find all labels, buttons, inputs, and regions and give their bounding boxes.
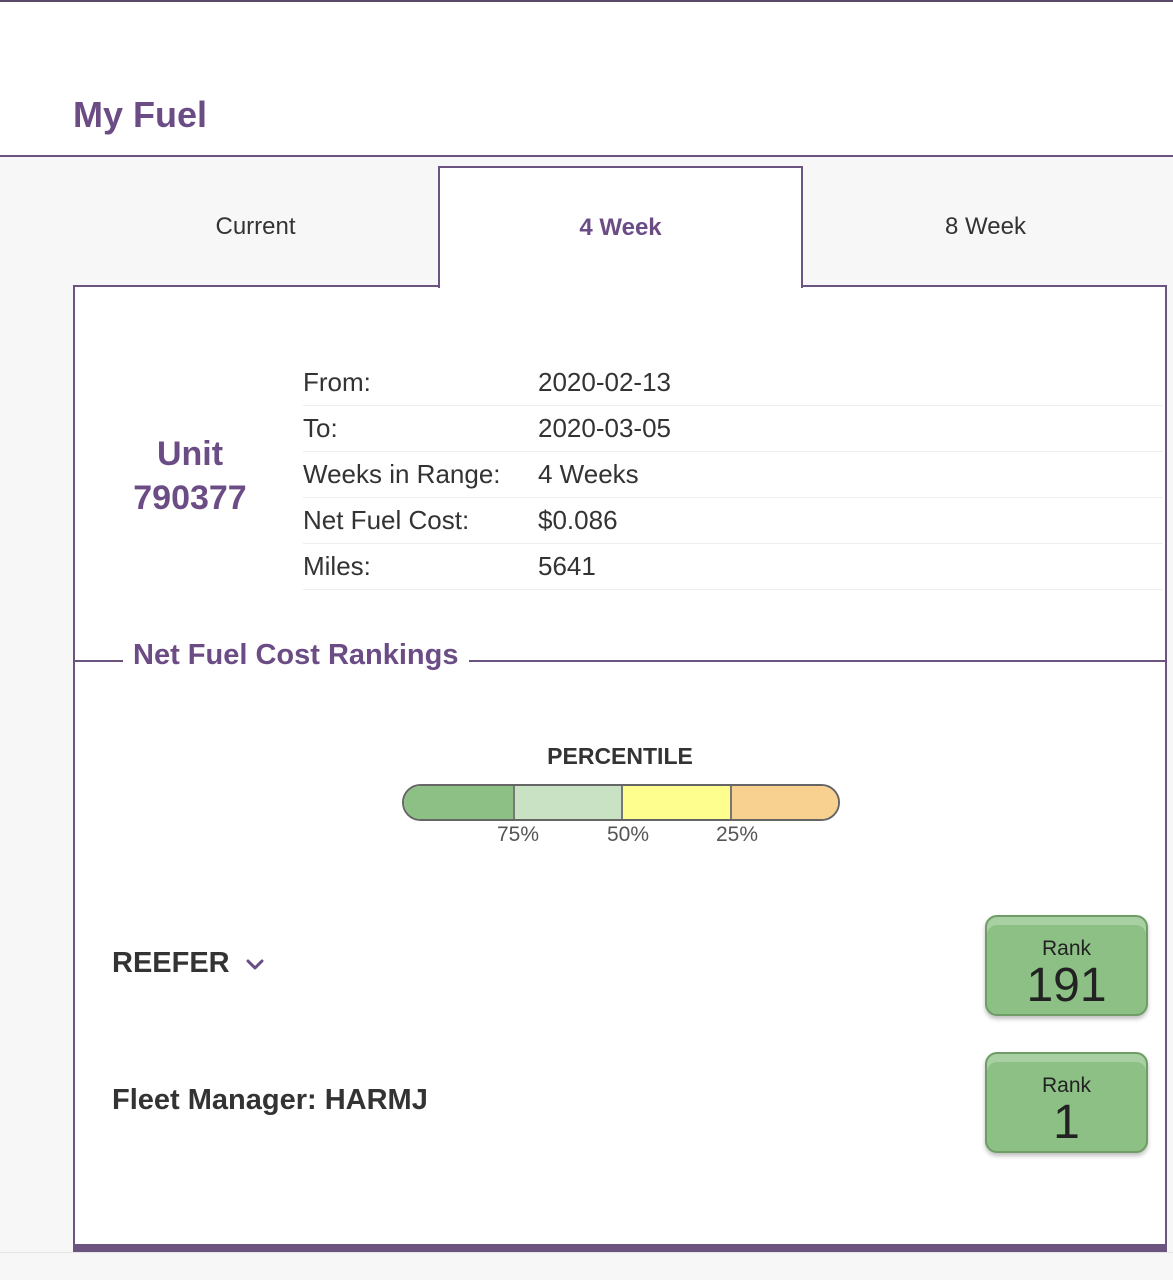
info-label: From: <box>303 367 371 397</box>
unit-label: Unit <box>156 435 224 473</box>
percentile-segment-upper-mid <box>512 786 621 819</box>
bottom-strip <box>0 1252 1173 1280</box>
percentile-tick-25: 25% <box>715 823 759 846</box>
info-row-weeks: Weeks in Range: 4 Weeks <box>303 452 1163 498</box>
info-value: 4 Weeks <box>538 459 639 489</box>
tab-current[interactable]: Current <box>73 166 438 287</box>
percentile-tick-50: 50% <box>606 823 650 846</box>
percentile-bar <box>402 784 840 821</box>
percentile-segment-top <box>404 786 513 819</box>
fuel-card: Unit 790377 From: 2020-02-13 To: 2020-03… <box>73 285 1167 1252</box>
rank-value: 191 <box>1026 959 1107 1012</box>
tab-bar: Current 4 Week 8 Week <box>73 166 1168 288</box>
percentile-label: PERCENTILE <box>547 743 693 769</box>
page-title: My Fuel <box>73 94 208 135</box>
info-row-miles: Miles: 5641 <box>303 544 1163 590</box>
header: My Fuel <box>0 2 1173 157</box>
reefer-rank-badge: Rank 191 <box>985 915 1148 1016</box>
percentile-segment-lower-mid <box>621 786 730 819</box>
info-row-net-fuel-cost: Net Fuel Cost: $0.086 <box>303 498 1163 544</box>
unit-number: 790377 <box>133 479 247 517</box>
reefer-label: REEFER <box>112 947 230 979</box>
rank-label: Rank <box>1041 937 1092 960</box>
rank-label: Rank <box>1041 1074 1092 1097</box>
reefer-dropdown[interactable]: REEFER <box>112 947 266 980</box>
info-value: $0.086 <box>538 505 618 535</box>
tab-8-week[interactable]: 8 Week <box>803 166 1168 287</box>
rankings-title: Net Fuel Cost Rankings <box>123 639 469 672</box>
fleet-manager-label: Fleet Manager: HARMJ <box>112 1084 428 1116</box>
rank-value: 1 <box>1053 1096 1080 1149</box>
info-label: Net Fuel Cost: <box>303 505 470 535</box>
percentile-tick-75: 75% <box>496 823 540 846</box>
info-value: 5641 <box>538 551 596 581</box>
info-row-to: To: 2020-03-05 <box>303 406 1163 452</box>
info-table: From: 2020-02-13 To: 2020-03-05 Weeks in… <box>303 360 1163 590</box>
info-label: To: <box>303 413 338 443</box>
info-label: Miles: <box>303 551 371 581</box>
chevron-down-icon[interactable] <box>244 953 266 975</box>
unit-identifier: Unit 790377 <box>105 432 275 520</box>
info-label: Weeks in Range: <box>303 459 501 489</box>
tab-4-week[interactable]: 4 Week <box>438 166 803 288</box>
info-value: 2020-02-13 <box>538 367 671 397</box>
info-value: 2020-03-05 <box>538 413 671 443</box>
percentile-segment-bottom <box>729 786 838 819</box>
fleet-manager-rank-badge: Rank 1 <box>985 1052 1148 1153</box>
info-row-from: From: 2020-02-13 <box>303 360 1163 406</box>
